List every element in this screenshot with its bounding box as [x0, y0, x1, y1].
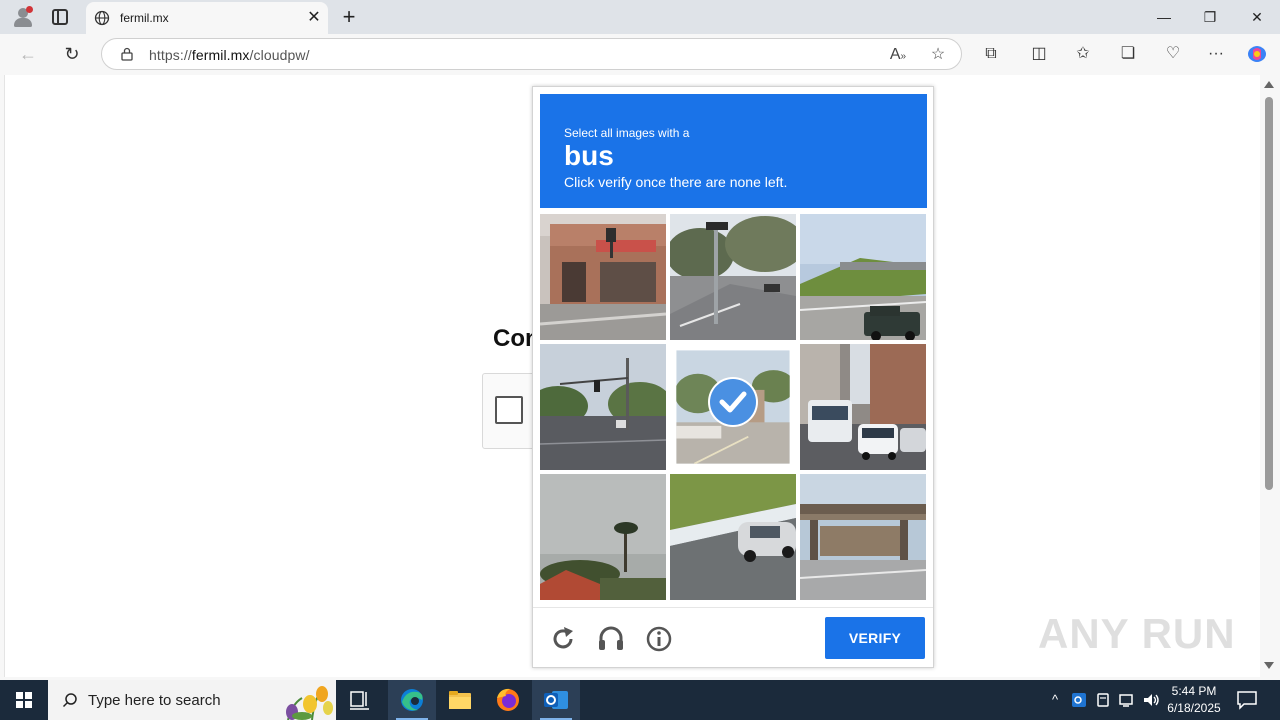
captcha-challenge-dialog: Select all images with a bus Click verif…: [532, 86, 934, 668]
image-tile-5[interactable]: [670, 344, 796, 470]
network-icon[interactable]: [1117, 690, 1137, 710]
reload-challenge-icon[interactable]: [547, 623, 579, 655]
tray-outlook-icon[interactable]: [1069, 690, 1089, 710]
tray-chevron-up-icon[interactable]: ^: [1045, 690, 1065, 710]
scroll-thumb[interactable]: [1265, 97, 1273, 490]
edge-browser-icon: [401, 689, 423, 711]
image-tile-2[interactable]: [670, 214, 796, 340]
tray-device-icon[interactable]: [1093, 690, 1113, 710]
image-tile-3[interactable]: [800, 214, 926, 340]
close-window-button[interactable]: ✕: [1234, 0, 1280, 34]
extensions-icon[interactable]: ⧉: [980, 43, 1002, 65]
file-explorer-icon[interactable]: [436, 680, 484, 720]
more-menu-icon[interactable]: ···: [1205, 43, 1227, 65]
windows-start-icon[interactable]: [0, 680, 48, 720]
taskbar-clock[interactable]: 5:44 PM 6/18/2025: [1162, 683, 1226, 717]
search-icon: [62, 693, 77, 708]
read-aloud-icon[interactable]: A»: [887, 44, 909, 66]
windows-taskbar: Type here to search ^ 5:44 PM 6/18/2025: [0, 680, 1280, 720]
taskbar-outlook-app[interactable]: [532, 680, 580, 720]
selected-checkmark-icon: [710, 379, 756, 425]
image-tile-7[interactable]: [540, 474, 666, 600]
search-placeholder: Type here to search: [88, 692, 221, 709]
favorites-icon[interactable]: ✩: [1072, 43, 1094, 65]
taskbar-search-box[interactable]: Type here to search: [48, 680, 336, 720]
minimize-button[interactable]: —: [1141, 0, 1187, 34]
image-grid: [540, 214, 927, 601]
volume-icon[interactable]: [1141, 690, 1161, 710]
clock-time: 5:44 PM: [1171, 684, 1217, 698]
audio-challenge-icon[interactable]: [595, 623, 627, 655]
browser-titlebar: fermil.mx ✕ + — ❐ ✕: [0, 0, 1280, 34]
image-tile-6[interactable]: [800, 344, 926, 470]
lock-icon[interactable]: [120, 47, 134, 61]
clock-date: 6/18/2025: [1167, 701, 1221, 715]
tab-close-button[interactable]: ✕: [304, 8, 324, 28]
tab-actions-icon[interactable]: [52, 9, 68, 25]
favorite-star-icon[interactable]: ☆: [927, 44, 949, 66]
page-scrollbar[interactable]: [1260, 75, 1280, 677]
image-tile-1[interactable]: [540, 214, 666, 340]
image-tile-8[interactable]: [670, 474, 796, 600]
profile-avatar-icon[interactable]: [12, 6, 34, 28]
restore-button[interactable]: ❐: [1187, 0, 1233, 34]
task-view-icon[interactable]: [336, 680, 384, 720]
challenge-header: Select all images with a bus Click verif…: [540, 94, 927, 208]
copilot-icon[interactable]: [1246, 43, 1268, 65]
search-highlight-flowers-icon: [286, 686, 333, 720]
address-bar[interactable]: https://fermil.mx/cloudpw/ A» ☆: [101, 38, 962, 70]
browser-tab-active[interactable]: fermil.mx ✕: [86, 2, 328, 34]
challenge-keyword: bus: [564, 140, 614, 171]
split-screen-icon[interactable]: ◫: [1028, 43, 1050, 65]
outlook-icon: [544, 691, 568, 709]
back-arrow-icon[interactable]: ←: [16, 42, 40, 66]
challenge-instruction: Click verify once there are none left.: [564, 174, 788, 190]
verify-button[interactable]: VERIFY: [825, 617, 925, 659]
image-tile-4[interactable]: [540, 344, 666, 470]
scroll-down-arrow-icon[interactable]: [1264, 662, 1274, 669]
refresh-icon[interactable]: ↻: [60, 42, 84, 66]
globe-icon: [94, 10, 110, 26]
tab-title: fermil.mx: [120, 11, 169, 25]
challenge-prompt: Select all images with a: [564, 126, 690, 140]
firefox-icon[interactable]: [484, 680, 532, 720]
browser-essentials-icon[interactable]: ♡: [1162, 43, 1184, 65]
taskbar-edge-app[interactable]: [388, 680, 436, 720]
image-tile-9[interactable]: [800, 474, 926, 600]
watermark-logo: ANY RUN: [1038, 610, 1236, 657]
footer-divider: [533, 607, 933, 608]
not-robot-checkbox[interactable]: [495, 396, 523, 424]
collections-icon[interactable]: ❏: [1117, 43, 1139, 65]
info-icon[interactable]: [643, 623, 675, 655]
url-text[interactable]: https://fermil.mx/cloudpw/: [149, 47, 310, 63]
browser-toolbar: ← ↻ https://fermil.mx/cloudpw/ A» ☆ ⧉ ◫ …: [0, 34, 1280, 74]
notification-center-icon[interactable]: [1236, 690, 1258, 710]
new-tab-button[interactable]: +: [338, 4, 360, 30]
scroll-up-arrow-icon[interactable]: [1264, 81, 1274, 88]
